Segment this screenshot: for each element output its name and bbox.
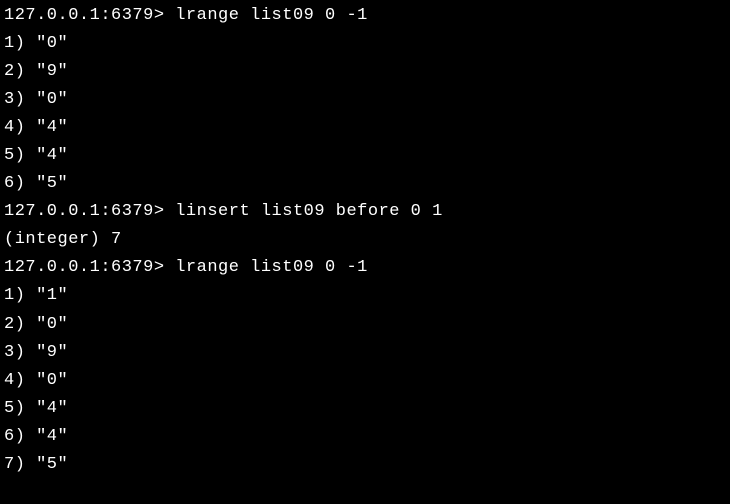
command-line: 127.0.0.1:6379> lrange list09 0 -1 [4, 254, 726, 282]
output-line: 1) "0" [4, 30, 726, 58]
output-line: 3) "9" [4, 339, 726, 367]
output-line: 4) "0" [4, 367, 726, 395]
command-input: linsert list09 before 0 1 [175, 202, 443, 221]
output-line: 7) "5" [4, 451, 726, 479]
output-line: 1) "1" [4, 282, 726, 310]
prompt: 127.0.0.1:6379> [4, 258, 175, 277]
output-line: 5) "4" [4, 395, 726, 423]
command-input: lrange list09 0 -1 [175, 6, 368, 25]
output-line: 2) "0" [4, 311, 726, 339]
output-line: 6) "4" [4, 423, 726, 451]
prompt: 127.0.0.1:6379> [4, 202, 175, 221]
command-input: lrange list09 0 -1 [175, 258, 368, 277]
command-line: 127.0.0.1:6379> linsert list09 before 0 … [4, 198, 726, 226]
output-line: 3) "0" [4, 86, 726, 114]
output-line: (integer) 7 [4, 226, 726, 254]
output-line: 2) "9" [4, 58, 726, 86]
prompt: 127.0.0.1:6379> [4, 6, 175, 25]
output-line: 4) "4" [4, 114, 726, 142]
output-line: 6) "5" [4, 170, 726, 198]
command-line: 127.0.0.1:6379> lrange list09 0 -1 [4, 2, 726, 30]
output-line: 5) "4" [4, 142, 726, 170]
terminal-window[interactable]: 127.0.0.1:6379> lrange list09 0 -1 1) "0… [4, 2, 726, 479]
